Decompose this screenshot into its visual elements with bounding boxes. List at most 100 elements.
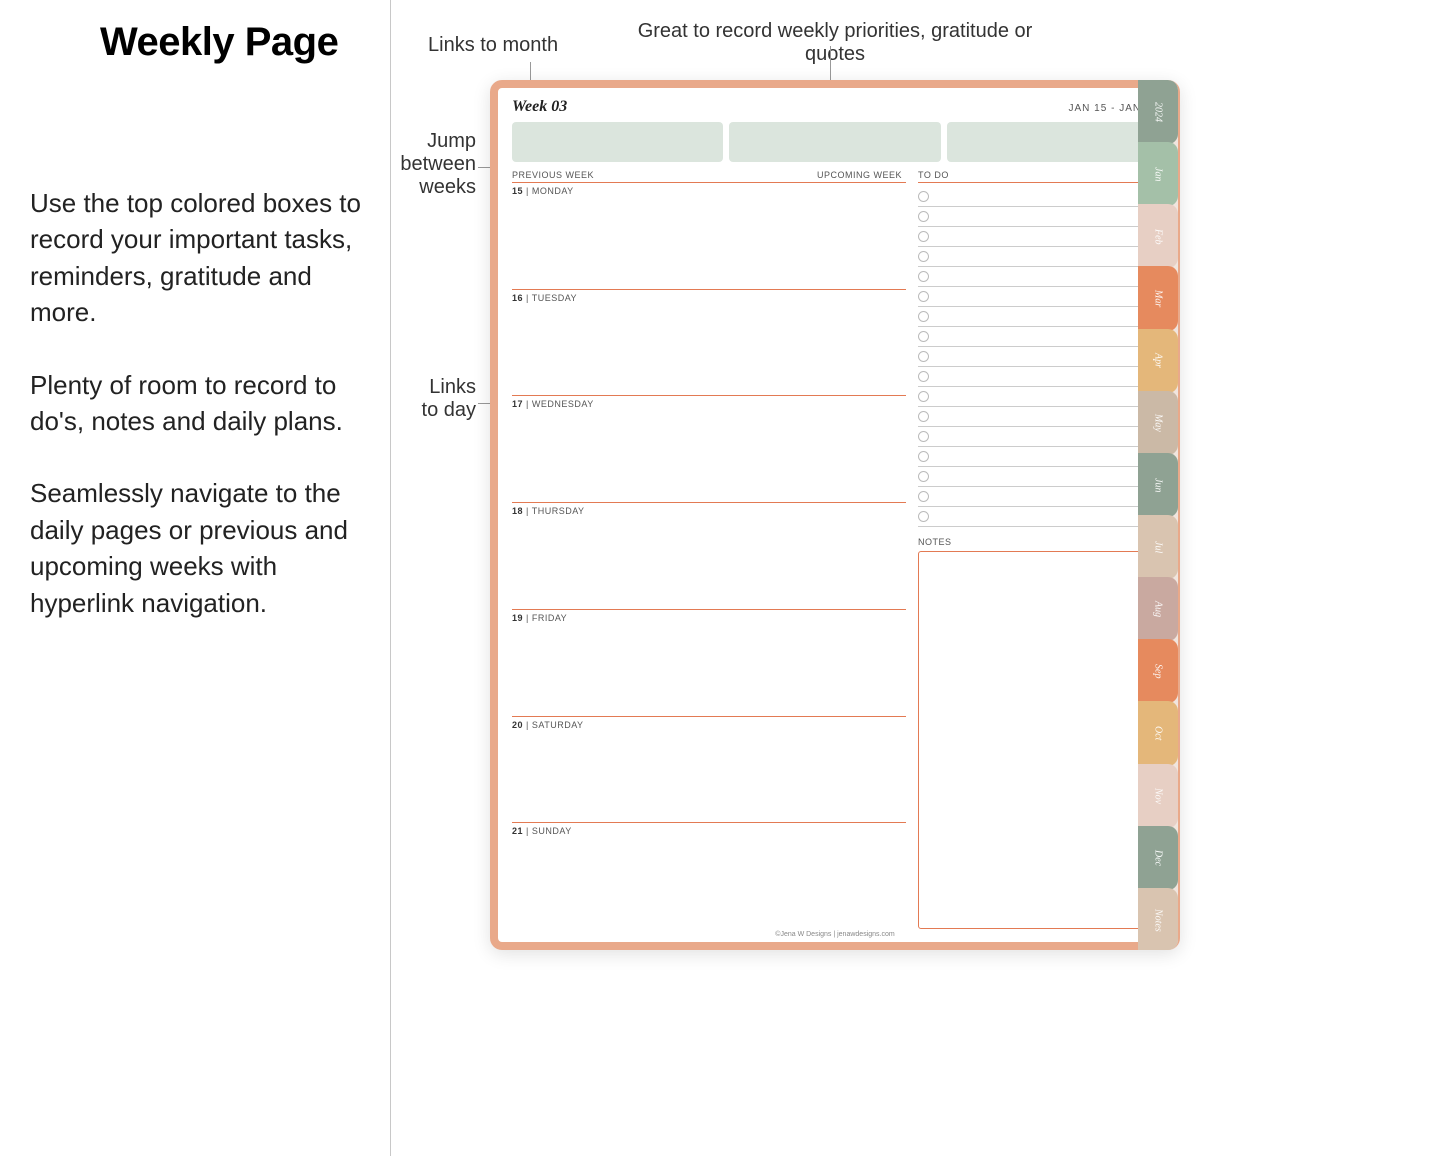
- checkbox-circle-icon[interactable]: [918, 451, 929, 462]
- day-block[interactable]: 16 | TUESDAY: [512, 289, 906, 396]
- day-number: 16: [512, 293, 523, 303]
- priority-box[interactable]: [947, 122, 1158, 162]
- priority-boxes-row: [512, 122, 1158, 162]
- todo-item[interactable]: [918, 487, 1158, 507]
- month-tab[interactable]: May: [1138, 391, 1178, 455]
- month-tab[interactable]: Feb: [1138, 204, 1178, 268]
- callout-text: Jump: [427, 130, 476, 152]
- notes-box[interactable]: [918, 551, 1158, 929]
- day-block[interactable]: 15 | MONDAY: [512, 182, 906, 289]
- previous-week-link[interactable]: PREVIOUS WEEK: [512, 170, 594, 180]
- day-label: 15 | MONDAY: [512, 186, 906, 196]
- day-number: 21: [512, 826, 523, 836]
- todo-item[interactable]: [918, 427, 1158, 447]
- todo-item[interactable]: [918, 387, 1158, 407]
- week-header: Week 03 JAN 15 - JAN 21: [512, 98, 1158, 116]
- month-tab[interactable]: Oct: [1138, 701, 1178, 765]
- checkbox-circle-icon[interactable]: [918, 231, 929, 242]
- todo-item[interactable]: [918, 187, 1158, 207]
- description-paragraph: Use the top colored boxes to record your…: [30, 185, 370, 331]
- month-tab[interactable]: Jun: [1138, 453, 1178, 517]
- day-block[interactable]: 19 | FRIDAY: [512, 609, 906, 716]
- todo-item[interactable]: [918, 467, 1158, 487]
- description-paragraph: Plenty of room to record to do's, notes …: [30, 367, 370, 440]
- callout-text: to day: [422, 399, 476, 421]
- todo-item[interactable]: [918, 247, 1158, 267]
- week-title-link[interactable]: Week 03: [512, 98, 567, 116]
- todo-item[interactable]: [918, 307, 1158, 327]
- checkbox-circle-icon[interactable]: [918, 351, 929, 362]
- day-block[interactable]: 17 | WEDNESDAY: [512, 395, 906, 502]
- checkbox-circle-icon[interactable]: [918, 391, 929, 402]
- todo-heading: TO DO: [918, 170, 1158, 180]
- day-block[interactable]: 18 | THURSDAY: [512, 502, 906, 609]
- checkbox-circle-icon[interactable]: [918, 311, 929, 322]
- checkbox-circle-icon[interactable]: [918, 411, 929, 422]
- day-block[interactable]: 20 | SATURDAY: [512, 716, 906, 823]
- todo-item[interactable]: [918, 327, 1158, 347]
- day-label: 18 | THURSDAY: [512, 506, 906, 516]
- month-tab[interactable]: Notes: [1138, 888, 1178, 950]
- month-tab[interactable]: Jul: [1138, 515, 1178, 579]
- todo-item[interactable]: [918, 347, 1158, 367]
- checkbox-circle-icon[interactable]: [918, 491, 929, 502]
- checkbox-circle-icon[interactable]: [918, 471, 929, 482]
- page-title: Weekly Page: [100, 20, 370, 65]
- priority-box[interactable]: [729, 122, 940, 162]
- checkbox-circle-icon[interactable]: [918, 291, 929, 302]
- day-number: 20: [512, 720, 523, 730]
- checkbox-circle-icon[interactable]: [918, 371, 929, 382]
- days-column: 15 | MONDAY 16 | TUESDAY 17 | WEDNESDAY 18 …: [512, 182, 906, 929]
- todo-item[interactable]: [918, 227, 1158, 247]
- weekly-planner-page: Week 03 JAN 15 - JAN 21 PREVIOUS WEEK UP…: [490, 80, 1180, 950]
- month-tab[interactable]: 2024: [1138, 80, 1178, 144]
- day-label: 20 | SATURDAY: [512, 720, 906, 730]
- todo-item[interactable]: [918, 207, 1158, 227]
- month-tab[interactable]: Aug: [1138, 577, 1178, 641]
- checkbox-circle-icon[interactable]: [918, 511, 929, 522]
- footer-credit: ©Jena W Designs | jenawdesigns.com: [512, 929, 1158, 938]
- callout-text: weeks: [419, 176, 476, 198]
- callout-text: Links: [429, 376, 476, 398]
- todo-item[interactable]: [918, 287, 1158, 307]
- month-tab[interactable]: Mar: [1138, 266, 1178, 330]
- callout-weekly-priorities: Great to record weekly priorities, grati…: [610, 20, 1060, 66]
- day-label: 16 | TUESDAY: [512, 293, 906, 303]
- todo-item[interactable]: [918, 447, 1158, 467]
- priority-box[interactable]: [512, 122, 723, 162]
- day-name: | WEDNESDAY: [523, 399, 594, 409]
- week-nav-row: PREVIOUS WEEK UPCOMING WEEK TO DO: [512, 170, 1158, 180]
- todo-item[interactable]: [918, 407, 1158, 427]
- planner-inner: Week 03 JAN 15 - JAN 21 PREVIOUS WEEK UP…: [498, 88, 1172, 942]
- checkbox-circle-icon[interactable]: [918, 271, 929, 282]
- month-tab[interactable]: Nov: [1138, 764, 1178, 828]
- day-number: 17: [512, 399, 523, 409]
- side-tabs: 2024JanFebMarAprMayJunJulAugSepOctNovDec…: [1138, 80, 1178, 950]
- checkbox-circle-icon[interactable]: [918, 191, 929, 202]
- callout-text: between: [400, 153, 476, 175]
- side-column: NOTES: [918, 182, 1158, 929]
- content-row: 15 | MONDAY 16 | TUESDAY 17 | WEDNESDAY 18 …: [512, 182, 1158, 929]
- month-tab[interactable]: Jan: [1138, 142, 1178, 206]
- todo-item[interactable]: [918, 367, 1158, 387]
- month-tab[interactable]: Apr: [1138, 329, 1178, 393]
- checkbox-circle-icon[interactable]: [918, 211, 929, 222]
- callout-links-to-month: Links to month: [428, 34, 578, 57]
- checkbox-circle-icon[interactable]: [918, 431, 929, 442]
- checkbox-circle-icon[interactable]: [918, 251, 929, 262]
- month-tab[interactable]: Sep: [1138, 639, 1178, 703]
- day-name: | SATURDAY: [523, 720, 584, 730]
- upcoming-week-link[interactable]: UPCOMING WEEK: [817, 170, 902, 180]
- day-number: 18: [512, 506, 523, 516]
- todo-item[interactable]: [918, 267, 1158, 287]
- todo-list: [918, 182, 1158, 527]
- day-name: | THURSDAY: [523, 506, 585, 516]
- todo-item[interactable]: [918, 507, 1158, 527]
- day-name: | TUESDAY: [523, 293, 577, 303]
- month-tab[interactable]: Dec: [1138, 826, 1178, 890]
- day-number: 19: [512, 613, 523, 623]
- checkbox-circle-icon[interactable]: [918, 331, 929, 342]
- day-label: 19 | FRIDAY: [512, 613, 906, 623]
- spacer: [594, 170, 817, 180]
- day-block[interactable]: 21 | SUNDAY: [512, 822, 906, 929]
